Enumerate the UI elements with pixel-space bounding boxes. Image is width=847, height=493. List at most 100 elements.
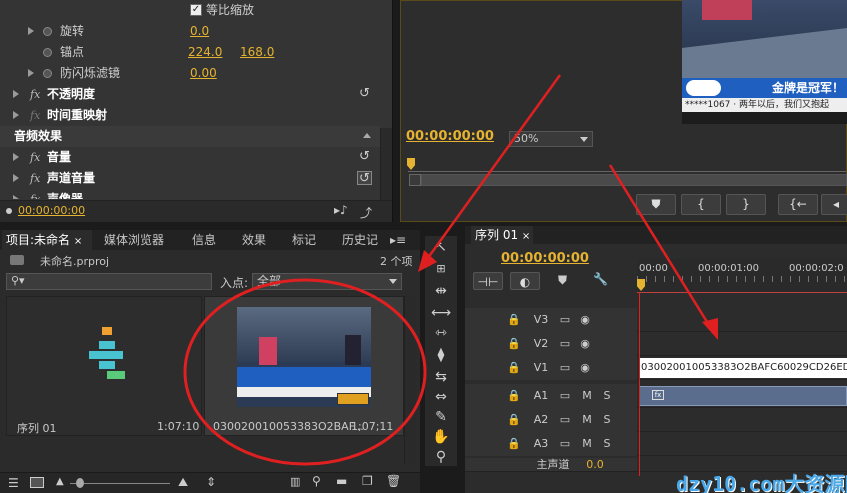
anchor-x-value[interactable]: 224.0 (188, 42, 222, 63)
selection-tool-icon[interactable]: ↖ (431, 238, 451, 256)
mute-button[interactable]: M (581, 384, 593, 408)
reset-icon[interactable]: ↺ (357, 171, 372, 186)
antiflicker-value[interactable]: 0.00 (190, 63, 217, 84)
monitor-zoom-bar[interactable] (421, 174, 847, 186)
ripple-edit-tool-icon[interactable]: ⇹ (431, 282, 451, 300)
program-timecode[interactable]: 00:00:00:00 (406, 129, 494, 144)
mute-button[interactable]: M (581, 432, 593, 456)
rolling-edit-tool-icon[interactable]: ⟷ (431, 304, 451, 322)
lock-icon[interactable]: 🔒 (507, 432, 521, 456)
tab-history[interactable]: 历史记 (338, 230, 378, 250)
panner-row[interactable]: fx 声像器 (0, 189, 380, 199)
pen-tool-icon[interactable]: ✎ (431, 408, 451, 426)
solo-button[interactable]: S (601, 384, 613, 408)
tab-sequence[interactable]: 序列 01 × (471, 226, 533, 244)
expand-triangle-icon[interactable] (13, 90, 19, 98)
playhead-marker-icon[interactable] (637, 279, 645, 291)
sync-lock-icon[interactable]: ▭ (558, 432, 572, 456)
add-marker-button[interactable]: ⛊ (636, 194, 676, 215)
sync-lock-icon[interactable]: ▭ (558, 408, 572, 432)
settings-wrench-icon[interactable]: 🔧 (593, 272, 608, 286)
eye-icon[interactable]: ◉ (578, 332, 592, 356)
zoom-slider-track[interactable] (70, 483, 170, 484)
lock-icon[interactable]: 🔒 (507, 408, 521, 432)
rate-stretch-tool-icon[interactable]: ⇿ (431, 324, 451, 342)
volume-row[interactable]: fx 音量 ↺ (0, 147, 380, 168)
expand-triangle-icon[interactable] (13, 195, 19, 199)
zoom-slider-thumb[interactable] (76, 478, 84, 488)
find-icon[interactable]: ⚲ (312, 474, 321, 488)
uniform-scale-checkbox[interactable]: ✓ (190, 4, 202, 16)
sync-lock-icon[interactable]: ▭ (558, 332, 572, 356)
sync-lock-icon[interactable]: ▭ (558, 356, 572, 380)
tab-effects[interactable]: 效果 (238, 230, 266, 250)
delete-icon[interactable]: 🗑 (386, 474, 401, 488)
sort-icon[interactable]: ⇕ (206, 475, 216, 489)
effects-scrollbar[interactable] (380, 128, 392, 200)
stopwatch-icon[interactable] (43, 27, 52, 36)
linked-selection-button[interactable]: ◐ (510, 272, 540, 290)
tab-markers[interactable]: 标记 (288, 230, 316, 250)
fx-badge-icon[interactable]: fx (30, 189, 40, 199)
fx-badge-icon[interactable]: fx (30, 168, 40, 189)
in-point-select[interactable]: 全部 (252, 273, 402, 290)
zoom-tool-icon[interactable]: ⚲ (431, 448, 451, 466)
fx-badge-icon[interactable]: fx (30, 147, 40, 168)
play-audio-icon[interactable]: ▸♪ (334, 203, 348, 217)
zoom-select[interactable]: 50% (509, 131, 593, 147)
reset-icon[interactable]: ↺ (357, 87, 372, 101)
audio-clip[interactable]: fx (639, 386, 847, 406)
zoom-out-icon[interactable]: ▲ (56, 476, 64, 487)
mark-in-button[interactable]: { (681, 194, 721, 215)
eye-icon[interactable]: ◉ (578, 308, 592, 332)
channel-volume-row[interactable]: fx 声道音量 ↺ (0, 168, 380, 189)
add-marker-icon[interactable]: ⛊ (558, 273, 567, 288)
new-bin-icon[interactable]: ▬ (336, 474, 347, 488)
master-value[interactable]: 0.0 (585, 458, 605, 471)
time-ruler[interactable]: 00:00 00:00:01:00 00:00:02:0 (637, 258, 847, 292)
panel-menu-icon[interactable]: ▸≡ (386, 230, 406, 250)
lock-icon[interactable]: 🔒 (507, 308, 521, 332)
rotation-value[interactable]: 0.0 (190, 21, 209, 42)
sync-lock-icon[interactable]: ▭ (558, 308, 572, 332)
project-scrollbar[interactable] (404, 296, 416, 464)
mute-button[interactable]: M (581, 408, 593, 432)
close-icon[interactable]: × (74, 236, 82, 247)
stopwatch-icon[interactable] (43, 69, 52, 78)
eye-icon[interactable]: ◉ (578, 356, 592, 380)
hand-tool-icon[interactable]: ✋ (431, 428, 451, 446)
lock-icon[interactable]: 🔒 (507, 332, 521, 356)
go-to-in-button[interactable]: {← (778, 194, 818, 215)
tab-project[interactable]: 项目:未命名 × (2, 230, 92, 250)
fx-badge-icon[interactable]: fx (30, 84, 40, 105)
solo-button[interactable]: S (601, 432, 613, 456)
track-select-tool-icon[interactable]: ⊞ (431, 260, 451, 278)
sync-lock-icon[interactable]: ▭ (558, 384, 572, 408)
expand-triangle-icon[interactable] (28, 27, 34, 35)
search-input[interactable]: ⚲▾ (6, 273, 212, 290)
expand-triangle-icon[interactable] (13, 111, 19, 119)
list-view-icon[interactable]: ☰ (8, 476, 19, 490)
video-clip[interactable]: 030020010053383O2BAFC60029CD26ED28 (639, 358, 847, 378)
snap-button[interactable]: ⊣⊢ (473, 272, 503, 290)
reset-icon[interactable]: ↺ (357, 150, 372, 164)
mark-out-button[interactable]: } (726, 194, 766, 215)
tab-media-browser[interactable]: 媒体浏览器 (100, 230, 164, 250)
playhead-marker-icon[interactable] (407, 158, 415, 170)
scroll-left-handle[interactable] (409, 174, 421, 186)
zoom-in-icon[interactable]: ⛰ (178, 475, 188, 490)
icon-view-icon[interactable] (30, 477, 44, 488)
tab-info[interactable]: 信息 (188, 230, 216, 250)
razor-tool-icon[interactable]: ⧫ (431, 346, 451, 364)
stopwatch-icon[interactable] (43, 48, 52, 57)
close-icon[interactable]: × (522, 231, 530, 242)
solo-button[interactable]: S (601, 408, 613, 432)
time-remap-row[interactable]: fx 时间重映射 (0, 105, 380, 126)
expand-triangle-icon[interactable] (28, 69, 34, 77)
slide-tool-icon[interactable]: ⇔ (431, 388, 451, 406)
new-item-icon[interactable]: ❐ (362, 474, 373, 488)
project-item-clip[interactable]: 030020010053383O2BAF... 1;07;11 (204, 296, 404, 436)
project-item-sequence[interactable]: 序列 01 1:07:10 (6, 296, 202, 436)
opacity-row[interactable]: fx 不透明度 ↺ (0, 84, 380, 105)
timeline-timecode[interactable]: 00:00:00:00 (501, 251, 589, 266)
